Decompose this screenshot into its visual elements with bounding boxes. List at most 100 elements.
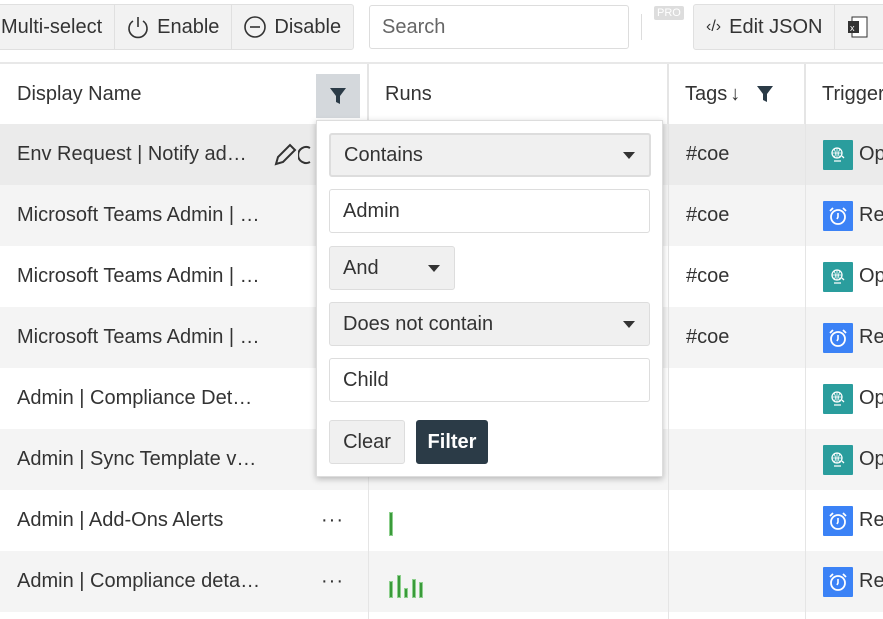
flow-name: Microsoft Teams Admin | … [17,204,260,226]
clear-label: Clear [343,430,391,453]
sort-desc-icon: ↓ [730,82,741,105]
filter-join-select[interactable]: And [329,246,455,290]
display-name-cell[interactable]: Microsoft Teams Admin | … [17,185,260,246]
flow-name: Admin | Compliance deta… [17,570,261,592]
tag: #coe [686,265,730,287]
caret-down-icon [623,151,635,159]
alarm-clock-icon [823,322,853,353]
edit-json-button[interactable]: ‹/› Edit JSON [694,5,836,49]
column-header-runs[interactable]: Runs [368,64,668,124]
filter-operator-2-select[interactable]: Does not contain [329,302,650,346]
run-bar [411,579,416,598]
run-bar [404,588,408,598]
trigger-label: Op [859,448,883,470]
display-name-header-label: Display Name [17,82,142,105]
display-name-cell[interactable]: Microsoft Teams Admin | … [17,307,260,368]
pencil-icon[interactable] [272,142,298,168]
trigger-cell: Re [823,551,883,612]
display-name-cell[interactable]: Admin | Compliance Det… [17,368,252,429]
filter-value-2-text: Child [343,368,389,391]
trigger-label: Op [859,143,883,165]
globe-trigger-icon [823,139,853,170]
trigger-cell: Re [823,490,883,551]
toolbar-group-json: ‹/› Edit JSON x [693,4,883,50]
globe-trigger-icon [823,383,853,414]
table-row[interactable]: Admin | Add-Ons Alerts ··· Re [0,490,883,551]
column-header-trigger[interactable]: Trigger [805,64,883,124]
trigger-label: Op [859,265,883,287]
runs-header-label: Runs [385,82,432,105]
caret-down-icon [428,264,440,272]
globe-trigger-icon [823,261,853,292]
tag: #coe [686,326,730,348]
run-bar [389,512,393,536]
filter-clear-button[interactable]: Clear [329,420,405,464]
edit-json-label: Edit JSON [729,15,823,38]
flow-name: Admin | Add-Ons Alerts [17,509,224,531]
display-name-filter-button[interactable] [316,74,360,118]
alarm-clock-icon [823,200,853,231]
enable-label: Enable [157,15,220,38]
display-name-cell[interactable]: Microsoft Teams Admin | … [17,246,260,307]
filter-join-value: And [343,256,379,279]
tag-cell[interactable]: #coe [686,185,729,246]
toolbar-group-actions: Multi-select Enable Disable [0,4,355,50]
trigger-label: Re [859,570,883,592]
tag-cell[interactable]: #coe [686,124,729,185]
filter-value-2-input[interactable]: Child [329,358,650,402]
undo-icon[interactable] [298,142,312,168]
minus-circle-icon [244,16,267,38]
multiselect-button[interactable]: Multi-select [0,5,116,49]
filter-label: Filter [427,430,477,453]
display-name-cell[interactable]: Admin | Sync Template v… [17,429,256,490]
flow-name: Microsoft Teams Admin | … [17,265,260,287]
code-pen-icon: ‹/› [706,18,722,35]
column-divider [805,64,806,619]
column-header-display-name[interactable]: Display Name [0,64,368,124]
display-name-cell[interactable]: Admin | Compliance deta… [17,551,260,612]
caret-down-icon [623,320,635,328]
trigger-label: Op [859,387,883,409]
enable-button[interactable]: Enable [115,5,233,49]
display-name-cell[interactable]: Admin | Add-Ons Alerts [17,490,223,551]
table-row[interactable]: Admin | Compliance deta… ··· Re [0,551,883,612]
filter-icon [330,88,346,104]
tag-cell[interactable]: #coe [686,307,729,368]
filter-value-1-text: Admin [343,199,400,222]
tag-cell[interactable]: #coe [686,246,729,307]
trigger-header-label: Trigger [822,82,883,105]
tags-header-label: Tags [685,82,728,105]
trigger-cell: Op [823,429,883,490]
display-name-cell[interactable]: Env Request | Notify ad… [17,124,247,185]
filter-operator-2-value: Does not contain [343,312,494,335]
disable-button[interactable]: Disable [232,5,353,49]
multiselect-label: Multi-select [1,15,103,38]
run-bar [396,575,401,598]
svg-text:x: x [850,23,855,33]
pro-badge: PRO [654,6,684,20]
trigger-cell: Op [823,246,883,307]
disable-label: Disable [274,15,342,38]
power-icon [128,17,148,39]
filter-apply-button[interactable]: Filter [416,420,488,464]
excel-export-button[interactable]: x [835,5,881,49]
flow-name: Admin | Sync Template v… [17,448,257,470]
trigger-cell: Op [823,124,883,185]
column-header-tags[interactable]: Tags ↓ [668,64,805,124]
trigger-label: Re [859,509,883,531]
trigger-cell: Re [823,307,883,368]
trigger-label: Re [859,326,883,348]
trigger-cell: Re [823,185,883,246]
filter-operator-1-select[interactable]: Contains [329,133,651,177]
search-input[interactable] [369,5,629,49]
more-options-icon[interactable]: ··· [321,490,344,551]
alarm-clock-icon [823,505,853,536]
globe-trigger-icon [823,444,853,475]
row-actions [272,124,312,185]
column-divider [668,64,669,619]
more-options-icon[interactable]: ··· [321,551,344,612]
flow-name: Env Request | Notify ad… [17,143,247,165]
filter-value-1-input[interactable]: Admin [329,189,650,233]
flow-name: Admin | Compliance Det… [17,387,253,409]
tags-filter-icon[interactable] [756,84,774,104]
